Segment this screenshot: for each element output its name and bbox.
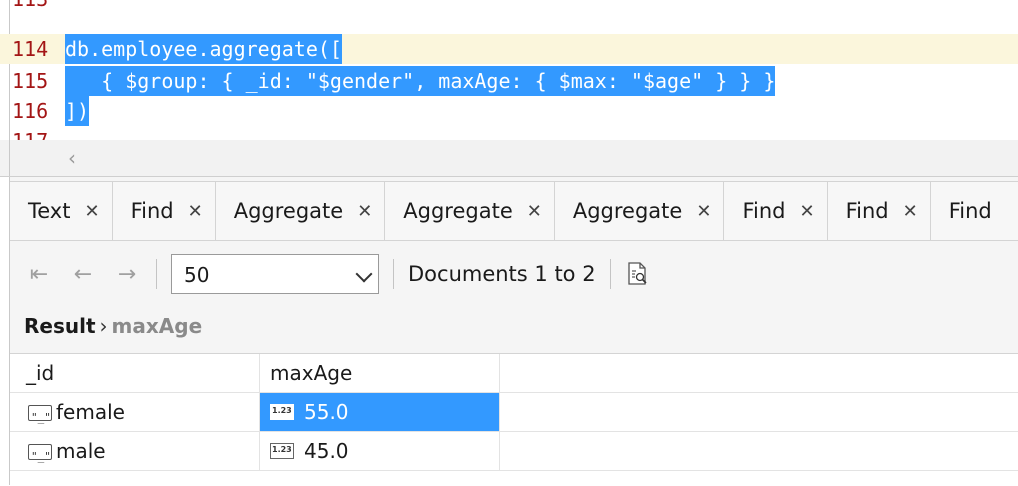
editor-horizontal-scrollbar[interactable]: ‹ xyxy=(0,140,1018,177)
code-text[interactable]: db.employee.aggregate([ xyxy=(65,34,342,64)
string-type-icon xyxy=(28,438,52,476)
result-tab-bar: Text ✕ Find ✕ Aggregate ✕ Aggregate ✕ Ag… xyxy=(10,181,1018,241)
toolbar-divider xyxy=(156,259,157,289)
first-page-icon[interactable]: ⇤ xyxy=(24,262,54,287)
chevron-down-icon[interactable] xyxy=(355,265,373,283)
tab-label: Aggregate xyxy=(572,199,683,223)
maxage-cell[interactable]: 45.0 xyxy=(260,432,500,470)
close-icon[interactable]: ✕ xyxy=(527,201,542,222)
line-number: 113 xyxy=(12,0,48,14)
result-grid: _id maxAge female 55.0 male 45.0 xyxy=(10,353,1018,486)
close-icon[interactable]: ✕ xyxy=(84,201,99,222)
editor-gutter-divider xyxy=(9,140,10,176)
code-text[interactable]: ]) xyxy=(65,96,90,126)
line-number: 115 xyxy=(12,69,49,93)
line-number: 114 xyxy=(12,37,49,61)
line-number: 117 xyxy=(12,126,48,140)
tab-find[interactable]: Find ✕ xyxy=(113,182,216,240)
code-line[interactable]: 117 xyxy=(0,126,1018,140)
documents-range-label: Documents 1 to 2 xyxy=(408,262,596,286)
string-type-icon xyxy=(28,399,52,437)
close-icon[interactable]: ✕ xyxy=(188,201,203,222)
tab-aggregate[interactable]: Aggregate ✕ xyxy=(555,182,725,240)
id-value: female xyxy=(56,400,125,424)
number-type-icon xyxy=(270,443,294,459)
tab-find[interactable]: Find ✕ xyxy=(828,182,931,240)
column-header-id[interactable]: _id xyxy=(10,354,260,392)
code-editor[interactable]: 113 114 db.employee.aggregate([ 115 { $g… xyxy=(0,0,1018,140)
prev-page-icon[interactable]: ← xyxy=(68,262,98,287)
tab-text[interactable]: Text ✕ xyxy=(10,182,113,240)
result-toolbar: ⇤ ← → 50 Documents 1 to 2 xyxy=(10,239,1018,309)
close-icon[interactable]: ✕ xyxy=(903,201,918,222)
breadcrumb: Result › maxAge xyxy=(24,314,202,338)
tab-aggregate[interactable]: Aggregate ✕ xyxy=(216,182,386,240)
tab-find[interactable]: Find xyxy=(931,182,1004,240)
close-icon[interactable]: ✕ xyxy=(357,201,372,222)
tab-label: Find xyxy=(130,199,174,223)
id-cell[interactable]: male xyxy=(10,432,260,476)
tab-label: Aggregate xyxy=(403,199,513,223)
table-row[interactable]: female 55.0 xyxy=(10,393,1018,437)
code-text[interactable]: { $group: { _id: "$gender", maxAge: { $m… xyxy=(65,66,776,96)
close-icon[interactable]: ✕ xyxy=(799,201,814,222)
tab-label: Aggregate xyxy=(233,199,344,223)
tab-label: Text xyxy=(28,199,71,223)
tab-label: Find xyxy=(948,199,992,223)
breadcrumb-current: maxAge xyxy=(111,314,203,338)
grid-header-row: _id maxAge xyxy=(10,354,1018,393)
maxage-value: 45.0 xyxy=(304,439,349,463)
tab-label: Find xyxy=(845,199,889,223)
table-row[interactable]: male 45.0 xyxy=(10,432,1018,476)
number-type-icon xyxy=(270,404,294,420)
chevron-right-icon: › xyxy=(99,314,108,338)
tab-aggregate[interactable]: Aggregate ✕ xyxy=(385,182,555,240)
result-panel: Text ✕ Find ✕ Aggregate ✕ Aggregate ✕ Ag… xyxy=(9,177,1018,486)
toolbar-divider xyxy=(393,259,394,289)
code-line[interactable]: 116 ]) xyxy=(0,96,1018,126)
page-size-value: 50 xyxy=(184,263,210,287)
scroll-left-icon[interactable]: ‹ xyxy=(68,146,76,170)
code-line[interactable]: 113 xyxy=(0,0,1018,14)
tab-find[interactable]: Find ✕ xyxy=(724,182,828,240)
code-line[interactable]: 114 db.employee.aggregate([ xyxy=(0,34,1018,64)
id-cell[interactable]: female xyxy=(10,393,260,437)
next-page-icon[interactable]: → xyxy=(112,262,142,287)
breadcrumb-root[interactable]: Result xyxy=(24,314,96,338)
page-size-select[interactable]: 50 xyxy=(171,254,379,294)
search-document-icon[interactable] xyxy=(625,260,651,288)
maxage-value: 55.0 xyxy=(304,400,349,424)
toolbar-divider xyxy=(609,259,611,289)
id-value: male xyxy=(56,439,106,463)
maxage-cell[interactable]: 55.0 xyxy=(260,393,500,431)
tab-label: Find xyxy=(742,199,786,223)
column-header-maxage[interactable]: maxAge xyxy=(260,354,500,392)
line-number: 116 xyxy=(12,99,49,123)
close-icon[interactable]: ✕ xyxy=(696,201,711,222)
code-line[interactable]: 115 { $group: { _id: "$gender", maxAge: … xyxy=(0,66,1018,96)
